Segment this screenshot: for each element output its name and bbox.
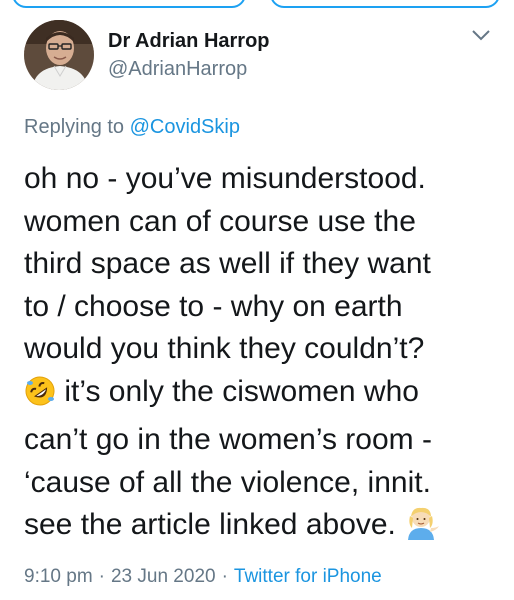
tweet-source-link[interactable]: Twitter for iPhone [234, 566, 382, 587]
tweet-line: would you think they couldn’t? [24, 332, 425, 365]
rolling-on-floor-laughing-icon [24, 375, 56, 420]
author-handle[interactable]: @AdrianHarrop [108, 58, 247, 81]
tweet-time[interactable]: 9:10 pm [24, 566, 93, 587]
avatar[interactable] [24, 20, 94, 90]
meta-separator: · [221, 566, 228, 587]
person-tipping-hand-icon [404, 506, 440, 553]
meta-separator: · [98, 566, 105, 587]
tweet-line: women can of course use the [24, 204, 416, 238]
top-action-buttons [0, 0, 514, 14]
tweet-line: to / choose to - why on earth [24, 289, 403, 323]
avatar-image [24, 20, 94, 90]
tweet-text: oh no - you’ve misunderstood. women can … [24, 158, 504, 553]
tweet-date[interactable]: 23 Jun 2020 [111, 566, 216, 587]
tweet-line: it’s only the ciswomen who [56, 374, 419, 408]
reply-mention-link[interactable]: @CovidSkip [130, 116, 240, 138]
tweet-line: ‘cause of all the violence, innit. [24, 465, 431, 499]
reply-context: Replying to @CovidSkip [24, 116, 240, 139]
tweet-meta: 9:10 pm · 23 Jun 2020 · Twitter for iPhone [24, 566, 382, 588]
author-name[interactable]: Dr Adrian Harrop [108, 30, 270, 53]
tweet-line: oh no - you’ve misunderstood. [24, 162, 426, 195]
tweet-line: see the article linked above. [24, 508, 405, 541]
tweet-line: can’t go in the women’s room - [24, 423, 432, 456]
chevron-down-icon[interactable] [470, 28, 492, 42]
reply-prefix: Replying to [24, 116, 130, 138]
tweet-line: third space as well if they want [24, 247, 431, 280]
top-left-button[interactable] [12, 0, 246, 8]
top-right-button[interactable] [270, 0, 500, 8]
